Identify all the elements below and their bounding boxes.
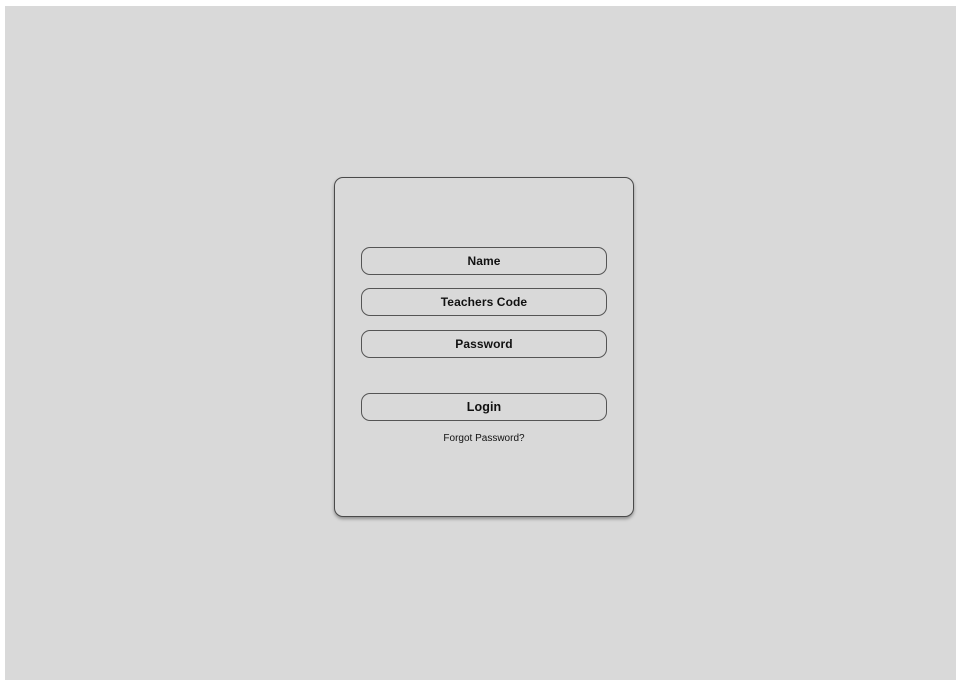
page-background: Name Teachers Code Password Login Forgot… <box>5 6 956 680</box>
name-field[interactable]: Name <box>361 247 607 275</box>
teachers-code-field-label: Teachers Code <box>440 295 528 309</box>
login-button-label: Login <box>466 400 502 414</box>
password-field-label: Password <box>455 337 513 351</box>
login-card: Name Teachers Code Password Login Forgot… <box>334 177 634 517</box>
name-field-label: Name <box>467 254 501 268</box>
password-field[interactable]: Password <box>361 330 607 358</box>
login-button[interactable]: Login <box>361 393 607 421</box>
forgot-password-link[interactable]: Forgot Password? <box>335 433 633 444</box>
teachers-code-field[interactable]: Teachers Code <box>361 288 607 316</box>
